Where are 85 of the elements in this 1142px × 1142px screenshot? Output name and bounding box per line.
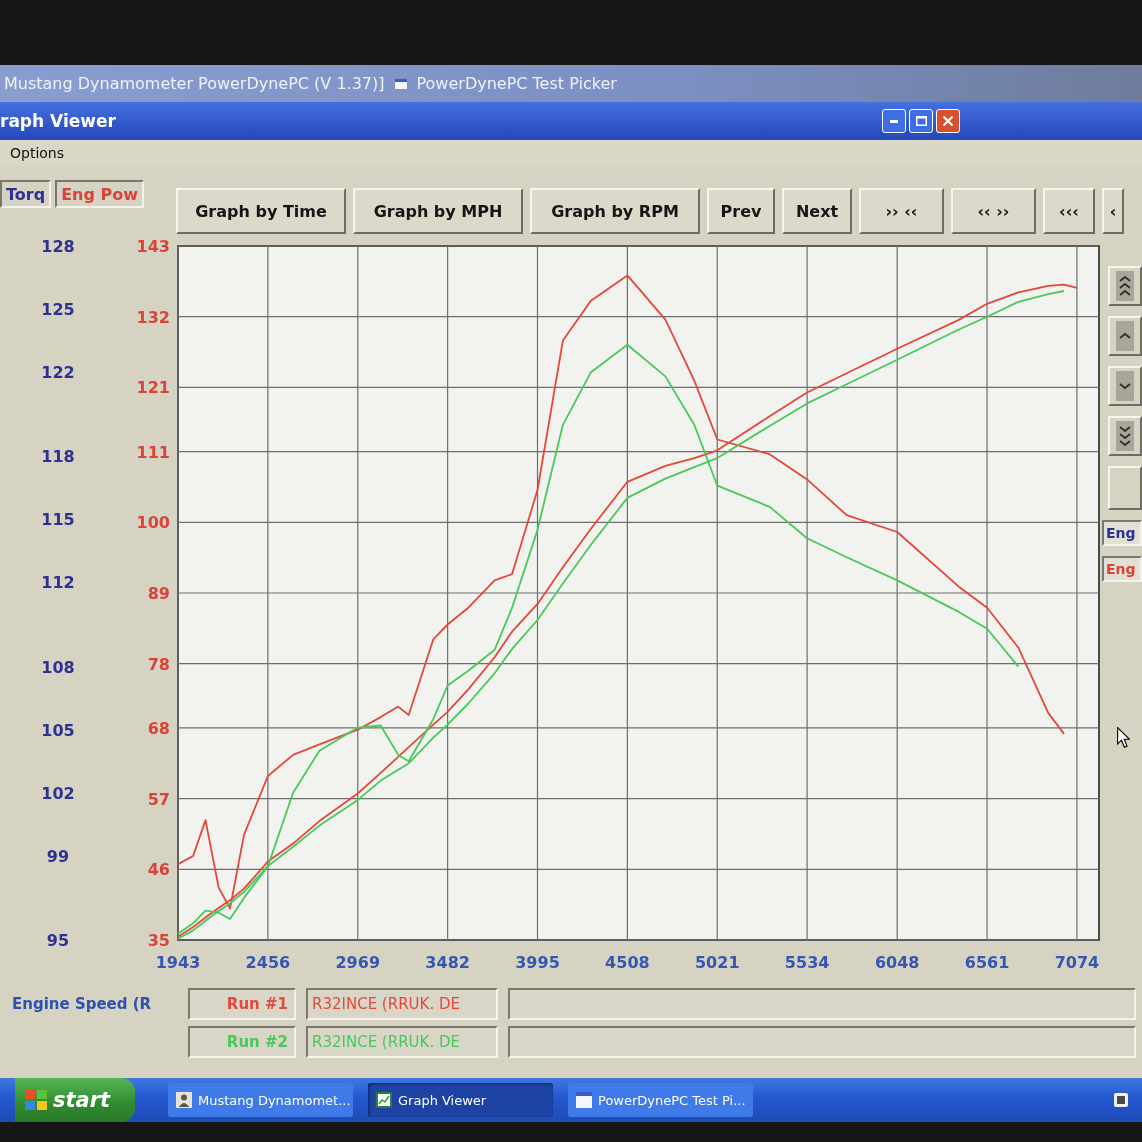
- taskbar-button[interactable]: Graph Viewer: [368, 1083, 553, 1117]
- person-icon: [176, 1092, 192, 1108]
- minimize-icon: [890, 119, 898, 123]
- toolbar-button[interactable]: ‹: [1102, 188, 1124, 234]
- rpm-axis-label: 2456: [245, 953, 291, 972]
- toolbar-button[interactable]: ‹‹ ››: [951, 188, 1036, 234]
- torque-axis-label: 95: [46, 931, 70, 950]
- run-file-field: R32INCE (RRUK. DE: [306, 1026, 498, 1058]
- rpm-axis-label: 3482: [425, 953, 470, 972]
- power-axis-label: 100: [136, 513, 170, 533]
- toolbar-button[interactable]: Next: [782, 188, 852, 234]
- window-title: PowerDynePC Test Picker: [416, 74, 617, 93]
- task-label: Graph Viewer: [398, 1092, 487, 1108]
- task-label: PowerDynePC Test Pi...: [598, 1092, 746, 1108]
- power-axis-label: 121: [136, 378, 170, 398]
- triple-down-button[interactable]: [1108, 416, 1142, 456]
- power-axis-label: 68: [147, 718, 170, 738]
- taskbar-button[interactable]: Mustang Dynamomet...: [168, 1083, 353, 1117]
- maximize-icon: [915, 116, 927, 126]
- toolbar-button[interactable]: ‹‹‹: [1043, 188, 1095, 234]
- down-button[interactable]: [1108, 366, 1142, 406]
- torque-axis-label: 125: [41, 300, 75, 320]
- task-label: Mustang Dynamomet...: [198, 1092, 351, 1108]
- run-label: Run #1: [188, 988, 296, 1020]
- side-button[interactable]: [1108, 466, 1142, 510]
- window-icon: [394, 78, 407, 89]
- torque-axis-label: 99: [46, 846, 70, 866]
- maximize-button[interactable]: [909, 109, 933, 133]
- torque-axis-label: 128: [41, 237, 75, 256]
- chevron-up-icon: [1116, 321, 1134, 351]
- torque-axis-label: 105: [41, 720, 75, 740]
- power-axis-label: 57: [147, 789, 170, 809]
- rpm-axis-label: 3995: [515, 953, 560, 972]
- power-axis-label: 132: [136, 307, 170, 327]
- power-axis-label: 46: [147, 860, 170, 880]
- triple-chevron-down-icon: [1116, 421, 1134, 451]
- flag-icon: [25, 1090, 47, 1110]
- text-field[interactable]: [508, 1026, 1136, 1058]
- toolbar-button[interactable]: Graph by MPH: [353, 188, 523, 234]
- rpm-axis-label: 2969: [335, 953, 380, 972]
- taskbar-button[interactable]: PowerDynePC Test Pi...: [568, 1083, 753, 1117]
- power-axis-label: 111: [136, 442, 170, 462]
- chart-icon: [376, 1092, 392, 1108]
- window-icon: [576, 1092, 592, 1108]
- tray-icon: [1114, 1093, 1128, 1107]
- power-axis-label: 78: [147, 654, 170, 674]
- run-label: Run #2: [188, 1026, 296, 1058]
- cursor-icon: [1117, 727, 1130, 748]
- axis-title: Engine Speed (R: [12, 995, 153, 1013]
- torque-axis-label: 102: [41, 783, 75, 803]
- torque-axis-label: 115: [41, 510, 75, 530]
- rpm-axis-label: 6048: [874, 953, 920, 972]
- run-file-field: R32INCE (RRUK. DE: [306, 988, 498, 1020]
- close-button[interactable]: [936, 109, 960, 133]
- close-icon: [943, 116, 953, 126]
- rpm-axis-label: 5534: [784, 953, 830, 972]
- window-title: Mustang Dynamometer PowerDynePC (V 1.37)]: [4, 74, 385, 93]
- axis-header[interactable]: Torq: [0, 180, 52, 208]
- toolbar-button[interactable]: Graph by Time: [176, 188, 346, 234]
- torque-axis-label: 122: [41, 363, 75, 383]
- window-title: raph Viewer: [0, 111, 117, 131]
- torque-axis-label: 108: [41, 657, 75, 677]
- start-button[interactable]: start: [15, 1078, 135, 1122]
- triple-chevron-up-icon: [1116, 271, 1134, 301]
- toolbar-button[interactable]: Graph by RPM: [530, 188, 700, 234]
- toolbar-button[interactable]: Prev: [707, 188, 775, 234]
- minimize-button[interactable]: [882, 109, 906, 133]
- chevron-down-icon: [1116, 371, 1134, 401]
- start-label: start: [53, 1088, 111, 1112]
- up-button[interactable]: [1108, 316, 1142, 356]
- axis-field[interactable]: Eng: [1102, 520, 1142, 546]
- text-field[interactable]: [508, 988, 1136, 1020]
- rpm-axis-label: 5021: [695, 953, 740, 972]
- rpm-axis-label: 4508: [605, 953, 650, 972]
- rpm-axis-label: 1943: [155, 953, 201, 972]
- toolbar-button[interactable]: ›› ‹‹: [859, 188, 944, 234]
- menu-item[interactable]: Options: [10, 143, 65, 163]
- power-axis-label: 89: [147, 584, 170, 603]
- torque-axis-label: 118: [41, 447, 75, 467]
- power-axis-label: 143: [136, 237, 170, 256]
- triple-up-button[interactable]: [1108, 266, 1142, 306]
- power-axis-label: 35: [147, 931, 170, 950]
- rpm-axis-label: 6561: [964, 953, 1010, 972]
- torque-axis-label: 112: [41, 573, 75, 593]
- rpm-axis-label: 7074: [1054, 953, 1100, 972]
